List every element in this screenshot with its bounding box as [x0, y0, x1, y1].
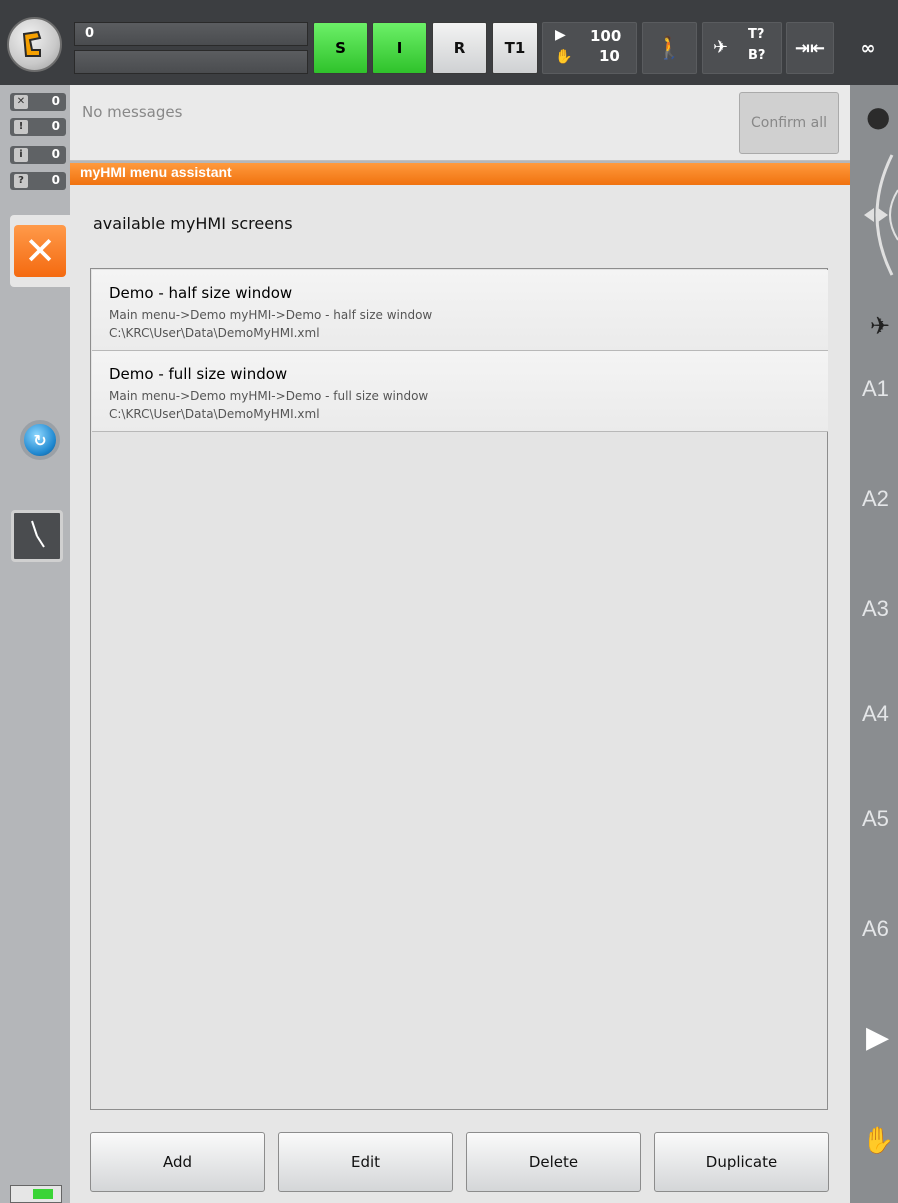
message-text: No messages: [82, 103, 183, 121]
axis-a4-label[interactable]: A4: [862, 701, 889, 727]
state-message-counter[interactable]: ! 0: [10, 118, 66, 136]
battery-fill: [33, 1189, 53, 1199]
start-play-icon[interactable]: ▶: [866, 1020, 889, 1055]
axis-a6-label[interactable]: A6: [862, 916, 889, 942]
axis-a1-label[interactable]: A1: [862, 376, 889, 402]
robot-arm-icon: [22, 30, 41, 57]
jog-hand-icon: ✋: [555, 49, 573, 65]
list-item-file: C:\KRC\User\Data\DemoMyHMI.xml: [109, 326, 320, 340]
delete-button[interactable]: Delete: [466, 1132, 641, 1192]
battery-indicator: [10, 1185, 62, 1203]
program-override-value: 100: [590, 27, 622, 45]
robot-jog-icon[interactable]: ✈: [870, 312, 890, 340]
base-label: B?: [748, 48, 766, 63]
line-field[interactable]: [74, 50, 308, 74]
state-icon: !: [14, 120, 28, 134]
window-title: myHMI menu assistant: [80, 164, 232, 180]
program-field-value: 0: [85, 26, 95, 41]
drives-label: I: [396, 39, 403, 57]
confirm-all-label: Confirm all: [751, 115, 827, 131]
robot-interpreter-button[interactable]: R: [432, 22, 487, 74]
operating-mode-label: T1: [504, 39, 526, 57]
duplicate-label: Duplicate: [705, 1153, 778, 1171]
add-label: Add: [162, 1153, 193, 1171]
run-mode-button[interactable]: 🚶: [642, 22, 697, 74]
program-field[interactable]: 0: [74, 22, 308, 46]
world-coordinate-icon[interactable]: ●: [866, 100, 890, 133]
confirm-all-button[interactable]: Confirm all: [739, 92, 839, 154]
state-count: 0: [51, 119, 60, 133]
incremental-icon: ⇥⇤: [794, 37, 826, 59]
ack-count: 0: [51, 94, 60, 108]
operating-mode-button[interactable]: T1: [492, 22, 538, 74]
infinity-icon: ∞: [860, 37, 876, 59]
robot-logo-button[interactable]: [7, 17, 62, 72]
clock-hands-icon: [31, 520, 45, 548]
edit-button[interactable]: Edit: [278, 1132, 453, 1192]
info-message-counter[interactable]: i0: [10, 146, 66, 164]
axis-a3-label[interactable]: A3: [862, 596, 889, 622]
play-icon: ▶: [555, 27, 566, 43]
dialog-message-counter[interactable]: ? 0: [10, 172, 66, 190]
override-button[interactable]: ▶ ✋ 100 10: [542, 22, 637, 74]
list-item-path: Main menu->Demo myHMI->Demo - half size …: [109, 308, 433, 322]
robot-interpreter-label: R: [453, 39, 466, 57]
axis-a5-label[interactable]: A5: [862, 806, 889, 832]
add-button[interactable]: Add: [90, 1132, 265, 1192]
submit-interpreter-button[interactable]: S: [313, 22, 368, 74]
list-item[interactable]: Demo - half size window Main menu->Demo …: [92, 270, 828, 351]
info-count: 0: [51, 147, 60, 161]
list-item-title: Demo - half size window: [109, 284, 293, 302]
continuous-jog-button[interactable]: ∞: [838, 22, 898, 74]
list-item-path: Main menu->Demo myHMI->Demo - full size …: [109, 389, 429, 403]
drives-button[interactable]: I: [372, 22, 427, 74]
message-window: No messages: [70, 85, 850, 161]
incremental-jog-button[interactable]: ⇥⇤: [786, 22, 834, 74]
ack-icon: ✕: [14, 95, 28, 109]
window-title-bar: myHMI menu assistant: [70, 163, 850, 185]
screens-heading: available myHMI screens: [93, 214, 293, 233]
edit-label: Edit: [350, 1153, 381, 1171]
tool-base-button[interactable]: ✈ T? B?: [702, 22, 782, 74]
walking-man-icon: 🚶: [655, 35, 684, 61]
jog-override-value: 10: [599, 47, 620, 65]
space-mouse-icon[interactable]: [852, 150, 898, 280]
submit-label: S: [335, 39, 346, 57]
close-button[interactable]: ✕: [14, 225, 66, 277]
ack-message-counter[interactable]: ✕ 0: [10, 93, 66, 111]
delete-label: Delete: [528, 1153, 579, 1171]
axis-a2-label[interactable]: A2: [862, 486, 889, 512]
gripper-icon: ✈: [713, 37, 729, 58]
settings-gear-icon[interactable]: ↻: [20, 420, 60, 460]
list-item-file: C:\KRC\User\Data\DemoMyHMI.xml: [109, 407, 320, 421]
clock-icon[interactable]: [11, 510, 63, 562]
tool-label: T?: [748, 27, 765, 42]
jog-hand-right-icon[interactable]: ✋: [862, 1126, 894, 1156]
duplicate-button[interactable]: Duplicate: [654, 1132, 829, 1192]
dialog-count: 0: [51, 173, 60, 187]
list-item[interactable]: Demo - full size window Main menu->Demo …: [92, 351, 828, 432]
dialog-icon: ?: [14, 174, 28, 188]
close-icon: ✕: [24, 229, 56, 273]
list-item-title: Demo - full size window: [109, 365, 288, 383]
info-icon: i: [14, 148, 28, 162]
screens-list[interactable]: Demo - half size window Main menu->Demo …: [90, 268, 828, 1110]
